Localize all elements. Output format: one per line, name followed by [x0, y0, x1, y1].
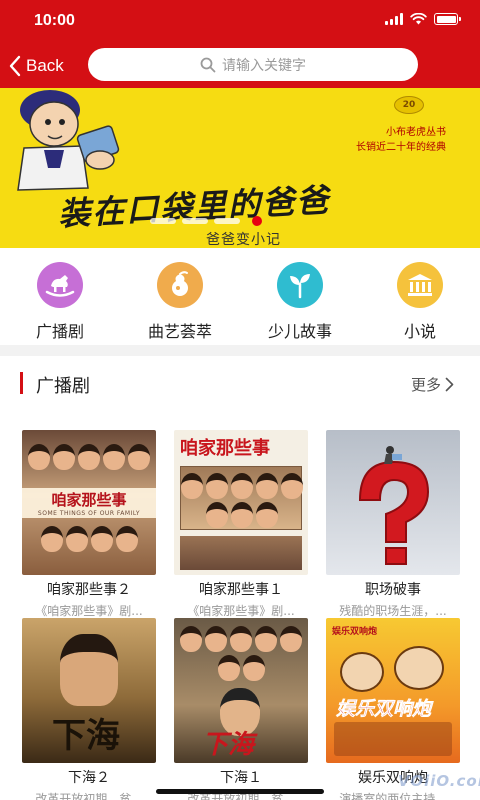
poster-title: 娱乐双响炮	[336, 698, 432, 721]
carousel-dot[interactable]	[150, 218, 176, 224]
chevron-right-icon	[445, 377, 454, 392]
drama-poster: 下海	[22, 618, 156, 763]
cartoon-boy-illustration	[17, 90, 120, 191]
drama-poster: 咱家那些事	[174, 430, 308, 575]
gourd-icon	[157, 262, 203, 308]
poster-actor-face	[60, 634, 118, 706]
category-label: 曲艺荟萃	[147, 322, 212, 341]
battery-icon	[434, 13, 461, 25]
nav-bar: Back 请输入关键字	[0, 44, 480, 88]
banner-series-line2: 长销近二十年的经典	[356, 142, 446, 153]
wifi-icon	[410, 13, 427, 25]
more-link[interactable]: 更多	[411, 374, 454, 395]
more-label: 更多	[410, 376, 441, 394]
search-input[interactable]: 请输入关键字	[88, 48, 418, 81]
category-folk-arts[interactable]: 曲艺荟萃	[120, 256, 240, 342]
drama-card[interactable]: 下海 下海２ 改革开放初期，贫...	[22, 618, 156, 800]
drama-poster	[326, 430, 460, 575]
category-label: 小说	[403, 322, 436, 341]
banner-carousel[interactable]: 20 小布老虎丛书 长销近二十年的经典 装在口袋里的爸爸 爸爸变小记	[0, 88, 480, 248]
banner-anniversary-badge: 20	[394, 96, 424, 114]
drama-card[interactable]: 职场破事 残酷的职场生涯，...	[326, 430, 460, 619]
search-icon	[200, 57, 216, 72]
section-header: 广播剧 更多	[0, 364, 480, 404]
drama-poster: 下海	[174, 618, 308, 763]
watermark: VOiiO.com	[398, 772, 480, 790]
banner-series-text: 小布老虎丛书 长销近二十年的经典	[356, 125, 446, 155]
poster-stage-strip	[334, 722, 452, 756]
card-description: 《咱家那些事》剧...	[187, 604, 295, 618]
card-description: 《咱家那些事》剧...	[35, 604, 143, 618]
card-title: 咱家那些事１	[199, 582, 283, 598]
poster-cast-photo	[174, 626, 308, 681]
drama-card[interactable]: 咱家那些事 SOME THINGS OF OUR FAMILY 咱家那些事２ 《…	[22, 430, 156, 619]
poster-title: 咱家那些事	[180, 438, 270, 459]
category-radio-drama[interactable]: 广播剧	[0, 256, 120, 342]
drama-poster: 娱乐双响炮 娱乐双响炮	[326, 618, 460, 763]
status-icons	[385, 13, 461, 25]
card-description: 演播室的两位主持...	[339, 792, 447, 800]
card-description: 残酷的职场生涯，...	[339, 604, 447, 618]
search-placeholder: 请输入关键字	[222, 57, 306, 74]
banner-subtitle: 爸爸变小记	[206, 232, 281, 248]
carousel-dot-active[interactable]	[252, 216, 262, 226]
section-title: 广播剧	[36, 376, 90, 397]
section-accent-bar	[20, 372, 23, 394]
cellular-signal-icon	[385, 13, 403, 25]
card-title: 职场破事	[365, 582, 421, 598]
question-mark-illustration	[358, 446, 430, 565]
banner-series-line1: 小布老虎丛书	[386, 127, 446, 138]
category-kids-stories[interactable]: 少儿故事	[240, 256, 360, 342]
category-label: 少儿故事	[267, 322, 332, 341]
poster-cast-photo	[180, 466, 303, 530]
home-indicator[interactable]	[156, 789, 324, 794]
poster-title: 下海	[52, 716, 120, 756]
section-divider	[0, 345, 480, 356]
category-label: 广播剧	[35, 322, 84, 341]
drama-card[interactable]: 下海 下海１ 改革开放初期，贫...	[174, 618, 308, 800]
card-title: 咱家那些事２	[47, 582, 131, 598]
chevron-left-icon	[9, 55, 21, 77]
carousel-indicator	[150, 216, 262, 226]
category-novels[interactable]: 小说	[360, 256, 480, 342]
poster-cast-strip	[180, 536, 302, 570]
back-button[interactable]: Back	[8, 50, 64, 82]
card-description: 改革开放初期，贫...	[35, 792, 143, 800]
category-grid: 广播剧 曲艺荟萃 少儿故事 小说	[0, 256, 480, 342]
status-bar: 10:00	[0, 0, 480, 44]
poster-host-cartoon	[340, 652, 384, 692]
poster-cast-photo	[22, 444, 156, 470]
card-title: 下海２	[68, 770, 110, 786]
app-header: 10:00 Back 请输入关键字	[0, 0, 480, 88]
poster-host-cartoon	[394, 646, 444, 690]
poster-subtitle: SOME THINGS OF OUR FAMILY	[37, 510, 141, 517]
carousel-dot[interactable]	[214, 218, 240, 224]
poster-title: 咱家那些事	[51, 491, 127, 509]
carousel-dot[interactable]	[182, 218, 208, 224]
poster-cast-photo	[22, 526, 156, 552]
drama-card[interactable]: 咱家那些事 咱家那些事１ 《咱家那些事》剧...	[174, 430, 308, 619]
poster-tagline: 娱乐双响炮	[332, 627, 378, 637]
sprout-icon	[277, 262, 323, 308]
poster-title: 下海	[202, 730, 255, 760]
rocking-horse-icon	[37, 262, 83, 308]
library-icon	[397, 262, 443, 308]
back-label: Back	[26, 56, 64, 75]
status-time: 10:00	[34, 12, 75, 29]
drama-poster: 咱家那些事 SOME THINGS OF OUR FAMILY	[22, 430, 156, 575]
poster-title-strip: 咱家那些事 SOME THINGS OF OUR FAMILY	[22, 488, 156, 518]
card-title: 下海１	[220, 770, 262, 786]
